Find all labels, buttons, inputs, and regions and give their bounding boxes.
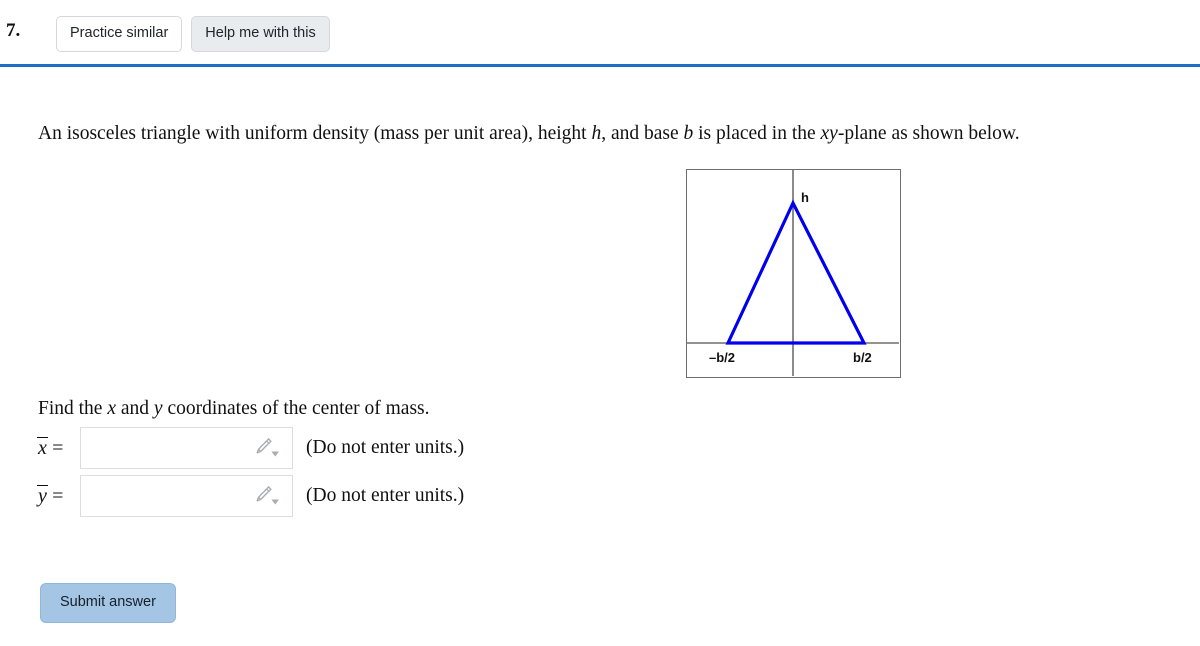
find-instruction: Find the x and y coordinates of the cent… xyxy=(38,398,430,420)
triangle-diagram-svg: h –b/2 b/2 xyxy=(687,170,899,376)
problem-statement: An isosceles triangle with uniform densi… xyxy=(38,121,1168,147)
variable-b: b xyxy=(683,123,694,144)
answer-label-y-var: y xyxy=(37,485,48,507)
chevron-down-icon xyxy=(271,499,279,505)
find-variable-x: x xyxy=(107,398,116,419)
find-text-1: Find the xyxy=(38,398,108,419)
statement-text-2: , and base xyxy=(601,123,684,144)
practice-similar-button[interactable]: Practice similar xyxy=(56,16,183,52)
pencil-icon[interactable] xyxy=(254,485,282,507)
figure-right-base-label: b/2 xyxy=(853,350,872,365)
statement-text-3: is placed in the xyxy=(693,123,821,144)
answer-label-y-equals: = xyxy=(50,485,65,507)
answer-label-x-var: x xyxy=(37,437,48,459)
answer-input-y[interactable] xyxy=(81,476,261,516)
answer-input-y-container[interactable] xyxy=(80,475,293,517)
question-header: 7. Practice similar Help me with this xyxy=(0,0,1200,66)
answer-input-x[interactable] xyxy=(81,428,261,468)
isosceles-triangle-shape xyxy=(725,199,867,345)
statement-text-1: An isosceles triangle with uniform densi… xyxy=(38,123,592,144)
find-text-3: coordinates of the center of mass. xyxy=(162,398,430,419)
chevron-down-icon xyxy=(271,451,279,457)
question-number: 7. xyxy=(6,20,21,41)
variable-h: h xyxy=(591,123,602,144)
answer-row-x: x = (Do not enter units.) xyxy=(37,427,465,469)
figure-left-base-label: –b/2 xyxy=(709,350,735,365)
submit-answer-button[interactable]: Submit answer xyxy=(40,583,176,623)
header-button-bar: Practice similar Help me with this xyxy=(56,16,330,52)
pencil-icon[interactable] xyxy=(254,437,282,459)
header-divider xyxy=(0,64,1200,67)
variable-xy: xy xyxy=(820,123,838,144)
triangle-diagram: h –b/2 b/2 xyxy=(686,169,901,378)
statement-text-4: -plane as shown below. xyxy=(837,123,1020,144)
find-text-2: and xyxy=(116,398,154,419)
answer-row-y: y = (Do not enter units.) xyxy=(37,475,465,517)
help-me-with-this-button[interactable]: Help me with this xyxy=(191,16,330,52)
answer-note-x: (Do not enter units.) xyxy=(306,437,465,458)
answer-note-y: (Do not enter units.) xyxy=(306,485,465,506)
answer-input-x-container[interactable] xyxy=(80,427,293,469)
figure-apex-label: h xyxy=(801,190,809,205)
answer-label-y: y = xyxy=(37,484,80,508)
answer-label-x: x = xyxy=(37,436,80,460)
answer-label-x-equals: = xyxy=(50,437,65,459)
find-variable-y: y xyxy=(153,398,163,419)
